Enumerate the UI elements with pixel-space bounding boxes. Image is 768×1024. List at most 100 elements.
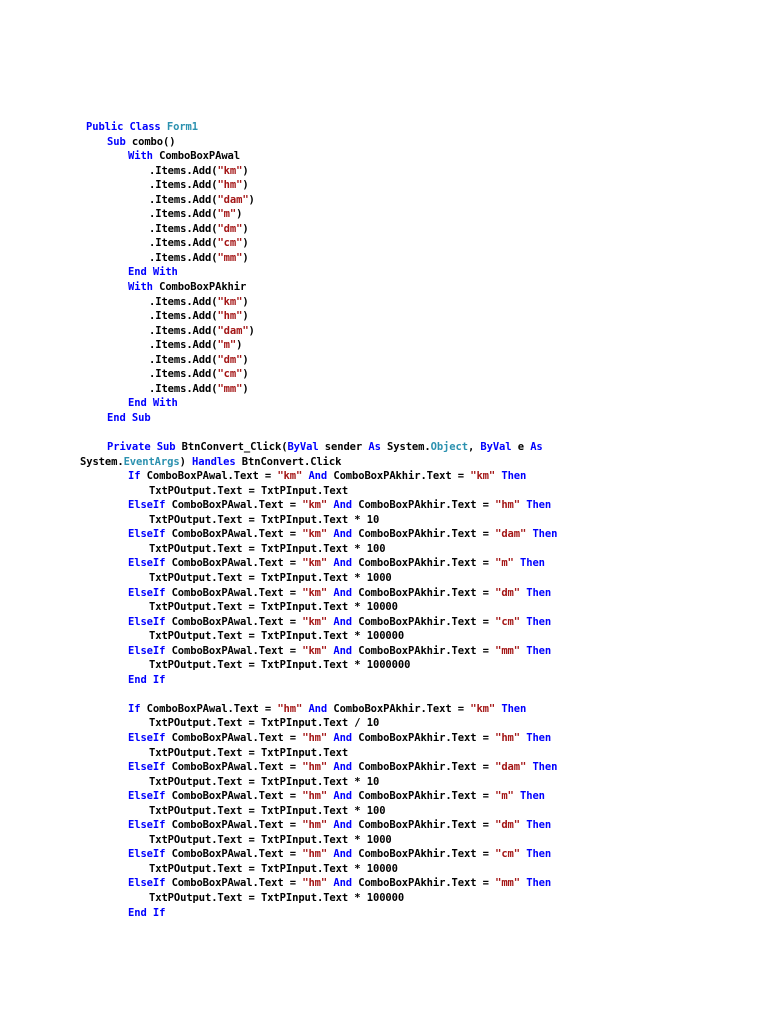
code-token-kw: ByVal [480,441,518,454]
code-token-pln: TxtPOutput.Text = TxtPInput.Text * 1000 [149,571,392,584]
code-token-type: Form1 [166,121,198,133]
code-line: TxtPOutput.Text = TxtPInput.Text * 10000 [80,600,740,615]
code-line: .Items.Add("m") [80,207,740,222]
code-token-kw: Then [526,819,552,832]
code-line: With ComboBoxPAwal [80,149,740,164]
code-token-str: "m" [495,790,514,803]
code-token-pln: TxtPOutput.Text = TxtPInput.Text * 10000 [149,862,398,875]
code-token-kw: And [333,790,359,803]
code-line: Public Class Form1 [80,120,740,135]
document-page: Public Class Form1 Sub combo() With ComboB… [0,0,768,1024]
code-line: .Items.Add("mm") [80,382,740,397]
code-token-pln: ComboBoxPAwal.Text = [171,557,303,570]
code-line: TxtPOutput.Text = TxtPInput.Text [80,746,740,761]
code-token-pln: .Items.Add( [149,179,218,192]
code-token-pln: ComboBoxPAwal.Text = [171,499,303,512]
code-token-str: "dm" [217,353,243,366]
code-token-pln: ComboBoxPAwal [159,150,240,163]
code-token-kw: End If [128,906,166,919]
code-token-pln: ComboBoxPAwal.Text = [171,790,303,803]
code-line: ElseIf ComboBoxPAwal.Text = "hm" And Com… [80,789,740,804]
code-token-str: "hm" [217,179,243,192]
code-token-str: "mm" [495,644,520,657]
code-token-pln: ComboBoxPAwal.Text = [171,848,303,861]
code-token-pln: ComboBoxPAwal.Text = [146,702,278,715]
code-token-kw: ElseIf [128,761,172,774]
code-token-str: "dm" [495,586,520,599]
code-line: ElseIf ComboBoxPAwal.Text = "hm" And Com… [80,731,740,746]
code-token-pln: ) [242,179,249,192]
code-line: .Items.Add("hm") [80,178,740,193]
code-token-pln: .Items.Add( [149,310,218,323]
code-token-kw: And [333,557,359,570]
code-line: End Sub [80,411,740,426]
code-line: .Items.Add("dam") [80,324,740,339]
code-token-kw: Then [501,470,527,483]
code-token-pln: ) [242,251,249,264]
code-token-type: EventArgs [123,455,180,468]
code-line: .Items.Add("m") [80,338,740,353]
code-line: If ComboBoxPAwal.Text = "km" And ComboBo… [80,469,740,484]
code-token-pln: ) [242,368,249,381]
code-token-kw: With [128,150,160,163]
code-token-pln: .Items.Add( [149,353,218,366]
code-token-str: "hm" [217,310,243,323]
code-token-pln: ComboBoxPAwal.Text = [171,877,303,890]
code-token-kw: ElseIf [128,586,172,599]
code-token-kw: ElseIf [128,877,172,890]
code-token-pln: ) [236,339,243,352]
code-token-kw: End If [128,673,166,686]
code-token-kw: End With [128,397,178,410]
code-line: TxtPOutput.Text = TxtPInput.Text / 10 [80,716,740,731]
code-token-pln: ) [242,353,249,366]
code-token-kw: Then [526,877,552,890]
code-token-pln: ) [242,164,249,177]
code-token-kw: And [333,819,359,832]
code-token-pln: TxtPOutput.Text = TxtPInput.Text [149,746,349,759]
code-line: TxtPOutput.Text = TxtPInput.Text * 10000… [80,629,740,644]
code-token-pln: ComboBoxPAwal.Text = [171,731,303,744]
code-token-pln: ComboBoxPAkhir.Text = [358,790,496,803]
code-token-pln: TxtPOutput.Text = TxtPInput.Text * 100 [149,804,386,817]
code-token-pln: ComboBoxPAkhir.Text = [358,877,496,890]
code-line: Sub combo() [80,135,740,150]
code-token-str: "dam" [495,761,527,774]
code-token-str: "hm" [302,790,328,803]
code-line: .Items.Add("cm") [80,367,740,382]
code-token-kw: ByVal [287,441,325,454]
source-code-listing: Public Class Form1 Sub combo() With ComboB… [80,120,740,920]
code-token-pln: TxtPOutput.Text = TxtPInput.Text * 10000… [149,891,405,904]
code-token-str: "mm" [217,382,243,395]
code-token-str: "hm" [277,702,303,715]
code-token-str: "hm" [302,731,328,744]
code-token-pln: ComboBoxPAkhir.Text = [358,615,496,628]
code-token-kw: Then [520,557,545,570]
code-line: TxtPOutput.Text = TxtPInput.Text * 10 [80,775,740,790]
code-line: .Items.Add("dm") [80,353,740,368]
code-token-kw: Then [532,761,558,774]
code-line: TxtPOutput.Text = TxtPInput.Text * 100 [80,804,740,819]
code-token-pln: BtnConvert.Click [241,455,342,468]
code-token-pln: ComboBoxPAkhir.Text = [358,586,496,599]
code-token-pln: .Items.Add( [149,382,218,395]
code-token-pln: ComboBoxPAkhir.Text = [358,557,496,570]
code-token-str: "km" [470,470,496,483]
code-token-pln: .Items.Add( [149,164,218,177]
code-line: TxtPOutput.Text = TxtPInput.Text * 10000 [80,862,740,877]
code-token-pln: ) [236,208,243,221]
code-line: ElseIf ComboBoxPAwal.Text = "km" And Com… [80,527,740,542]
code-token-pln: System. [387,441,431,454]
code-token-kw: Handles [192,455,242,468]
code-token-str: "dm" [495,819,520,832]
code-token-pln: ComboBoxPAwal.Text = [146,470,278,483]
code-token-kw: Then [526,586,552,599]
code-token-pln: .Items.Add( [149,237,218,250]
code-token-kw: And [333,499,359,512]
code-line: .Items.Add("dam") [80,193,740,208]
code-token-str: "km" [302,644,328,657]
code-token-str: "mm" [495,877,520,890]
code-token-pln: ) [242,222,249,235]
code-token-str: "dam" [217,193,249,206]
code-token-kw: And [333,615,359,628]
code-token-kw: With [128,281,160,294]
